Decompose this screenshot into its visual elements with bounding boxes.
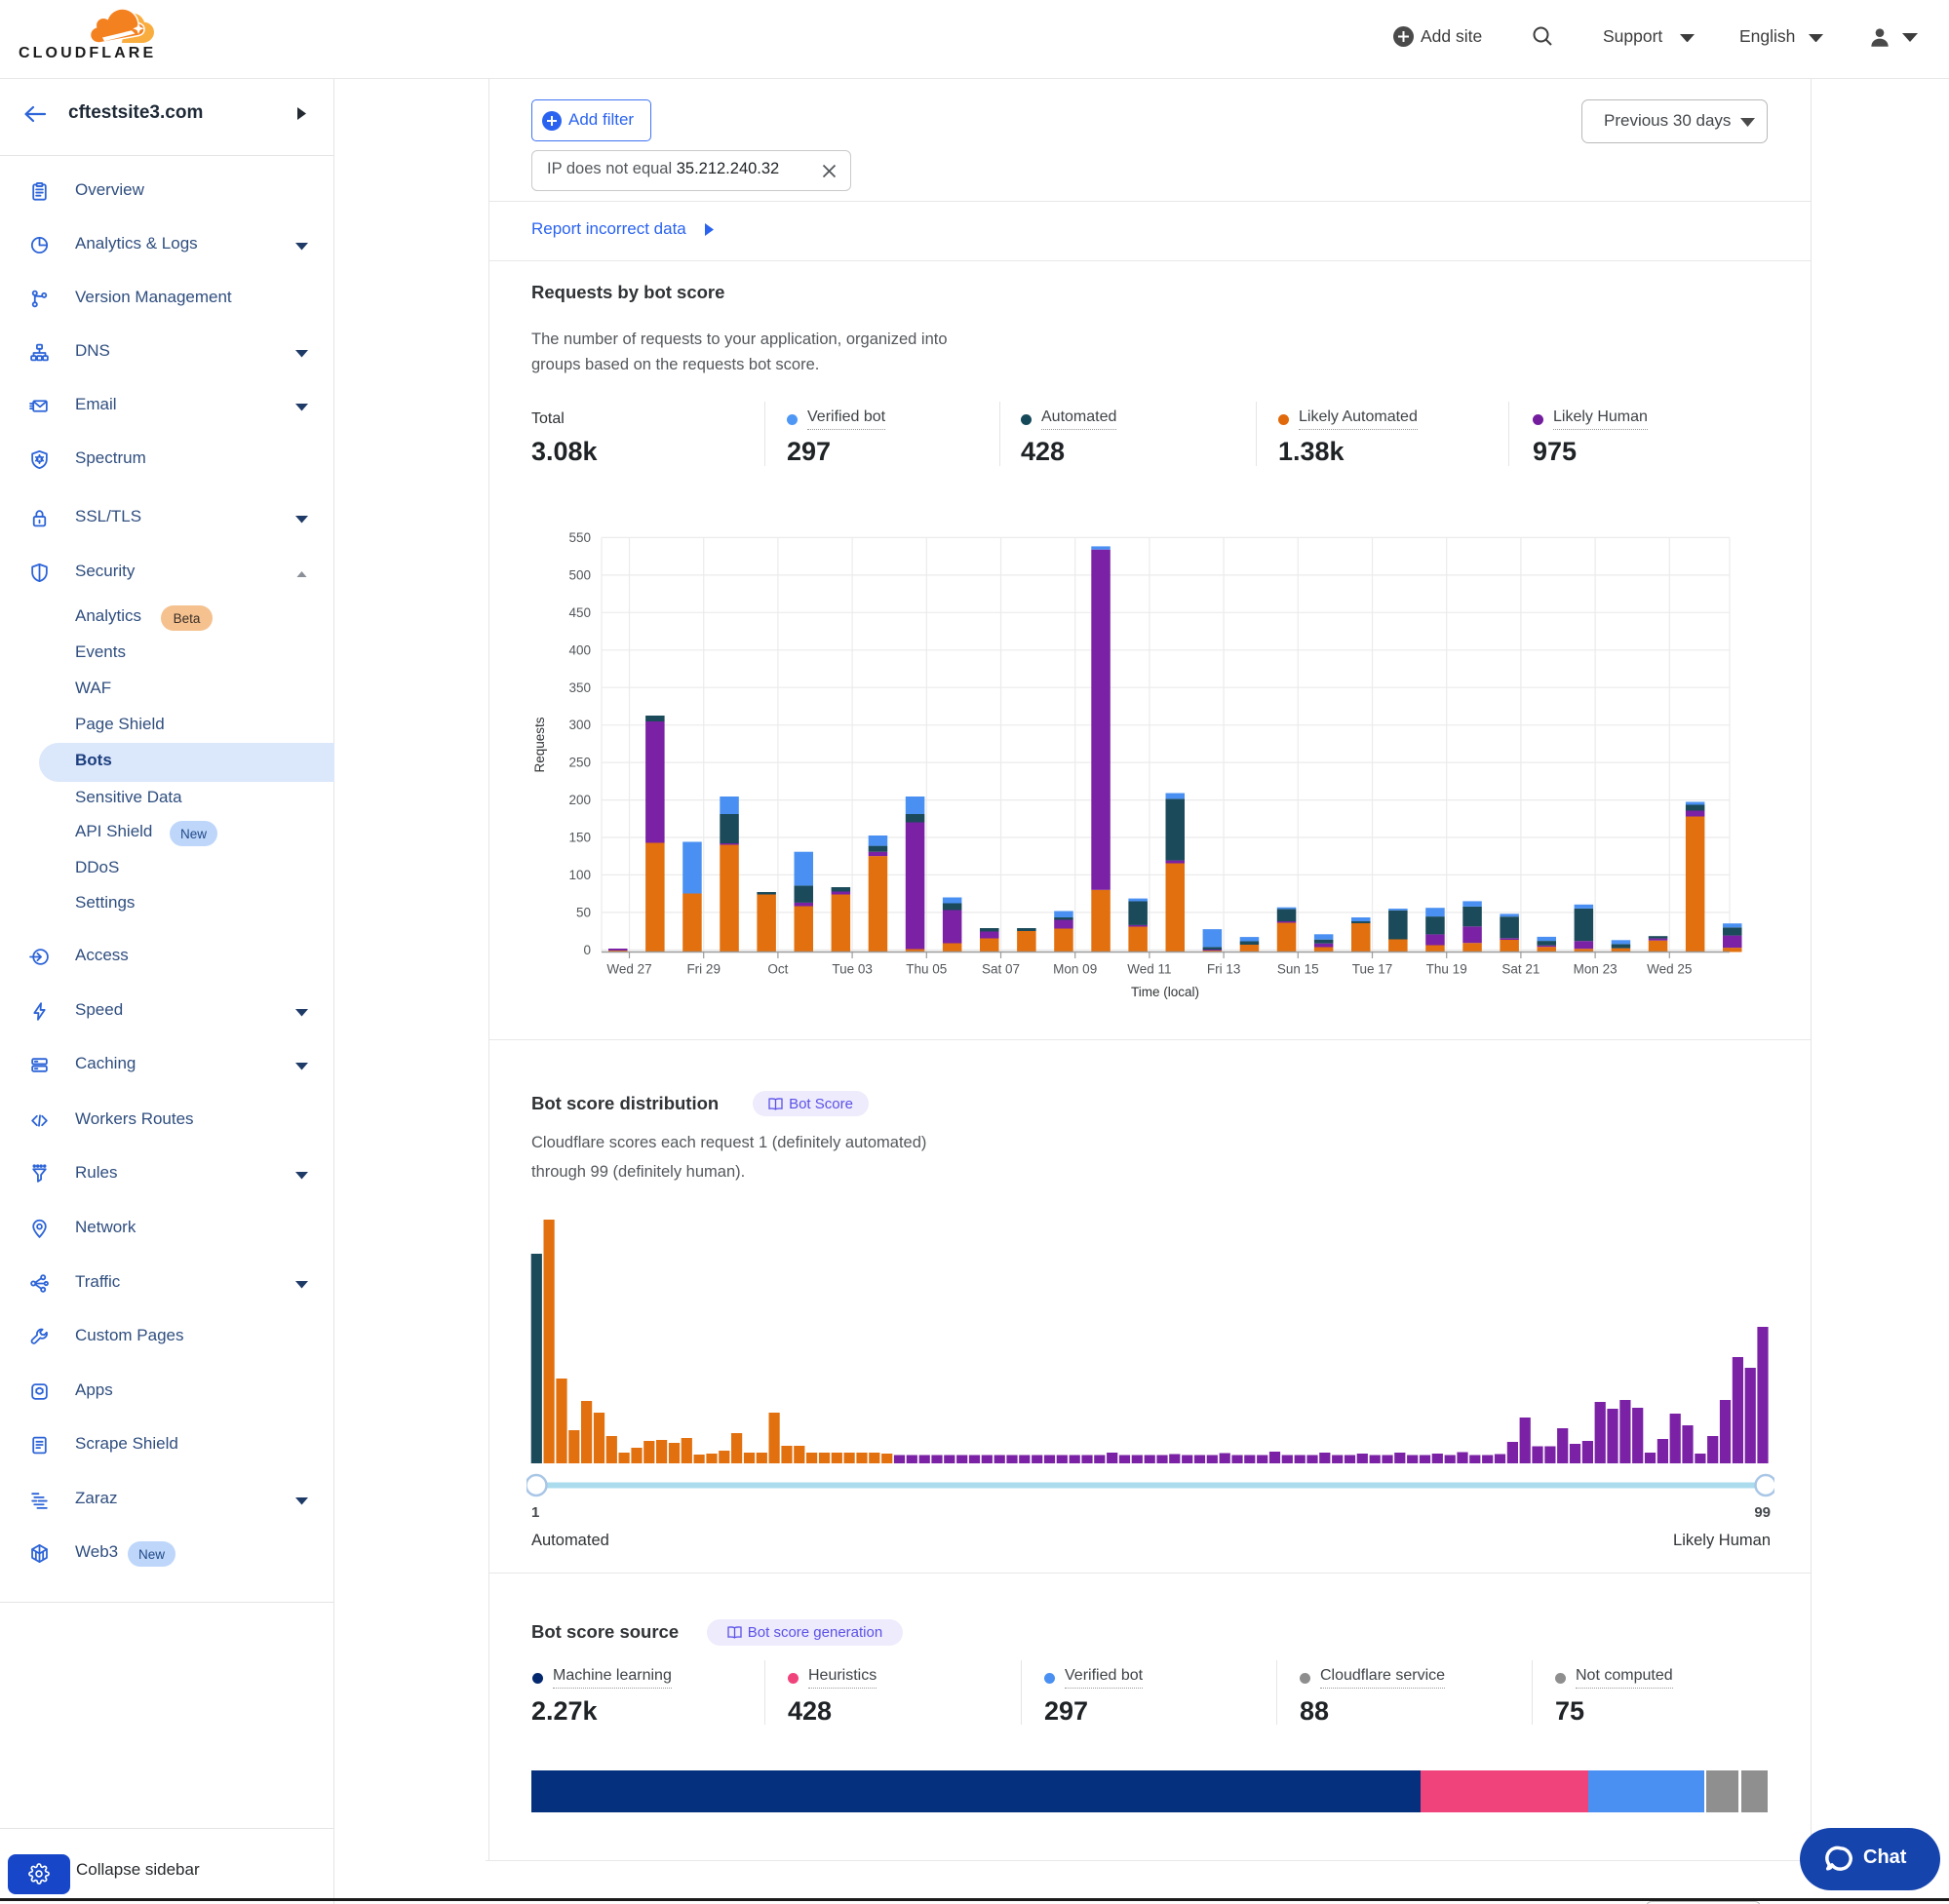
svg-text:1: 1: [531, 1504, 539, 1521]
svg-text:Thu 19: Thu 19: [1426, 962, 1467, 977]
svg-text:0: 0: [583, 943, 591, 957]
svg-text:Tue 17: Tue 17: [1352, 962, 1393, 977]
svg-text:Time (local): Time (local): [1131, 985, 1199, 999]
svg-text:Oct: Oct: [767, 962, 788, 977]
svg-text:Sat 07: Sat 07: [982, 962, 1020, 977]
svg-text:250: 250: [568, 756, 591, 770]
svg-text:200: 200: [568, 793, 591, 807]
svg-text:500: 500: [568, 568, 591, 583]
svg-text:Mon 09: Mon 09: [1053, 962, 1097, 977]
svg-text:Fri 29: Fri 29: [686, 962, 721, 977]
svg-text:Automated: Automated: [531, 1532, 609, 1549]
svg-text:Fri 13: Fri 13: [1207, 962, 1241, 977]
svg-text:Tue 03: Tue 03: [832, 962, 873, 977]
svg-text:Sun 15: Sun 15: [1277, 962, 1319, 977]
svg-text:Wed 25: Wed 25: [1647, 962, 1692, 977]
svg-text:150: 150: [568, 831, 591, 845]
svg-text:99: 99: [1754, 1504, 1771, 1521]
svg-text:100: 100: [568, 868, 591, 882]
svg-text:Sat 21: Sat 21: [1501, 962, 1540, 977]
svg-text:Mon 23: Mon 23: [1574, 962, 1618, 977]
svg-text:550: 550: [568, 530, 591, 545]
svg-text:Wed 27: Wed 27: [606, 962, 651, 977]
svg-text:50: 50: [576, 906, 591, 920]
svg-text:300: 300: [568, 718, 591, 732]
svg-text:400: 400: [568, 642, 591, 657]
svg-text:350: 350: [568, 680, 591, 695]
svg-text:Requests: Requests: [532, 717, 547, 772]
svg-text:Wed 11: Wed 11: [1127, 962, 1171, 977]
svg-text:450: 450: [568, 605, 591, 620]
svg-text:Likely Human: Likely Human: [1673, 1532, 1771, 1549]
svg-text:Thu 05: Thu 05: [906, 962, 947, 977]
